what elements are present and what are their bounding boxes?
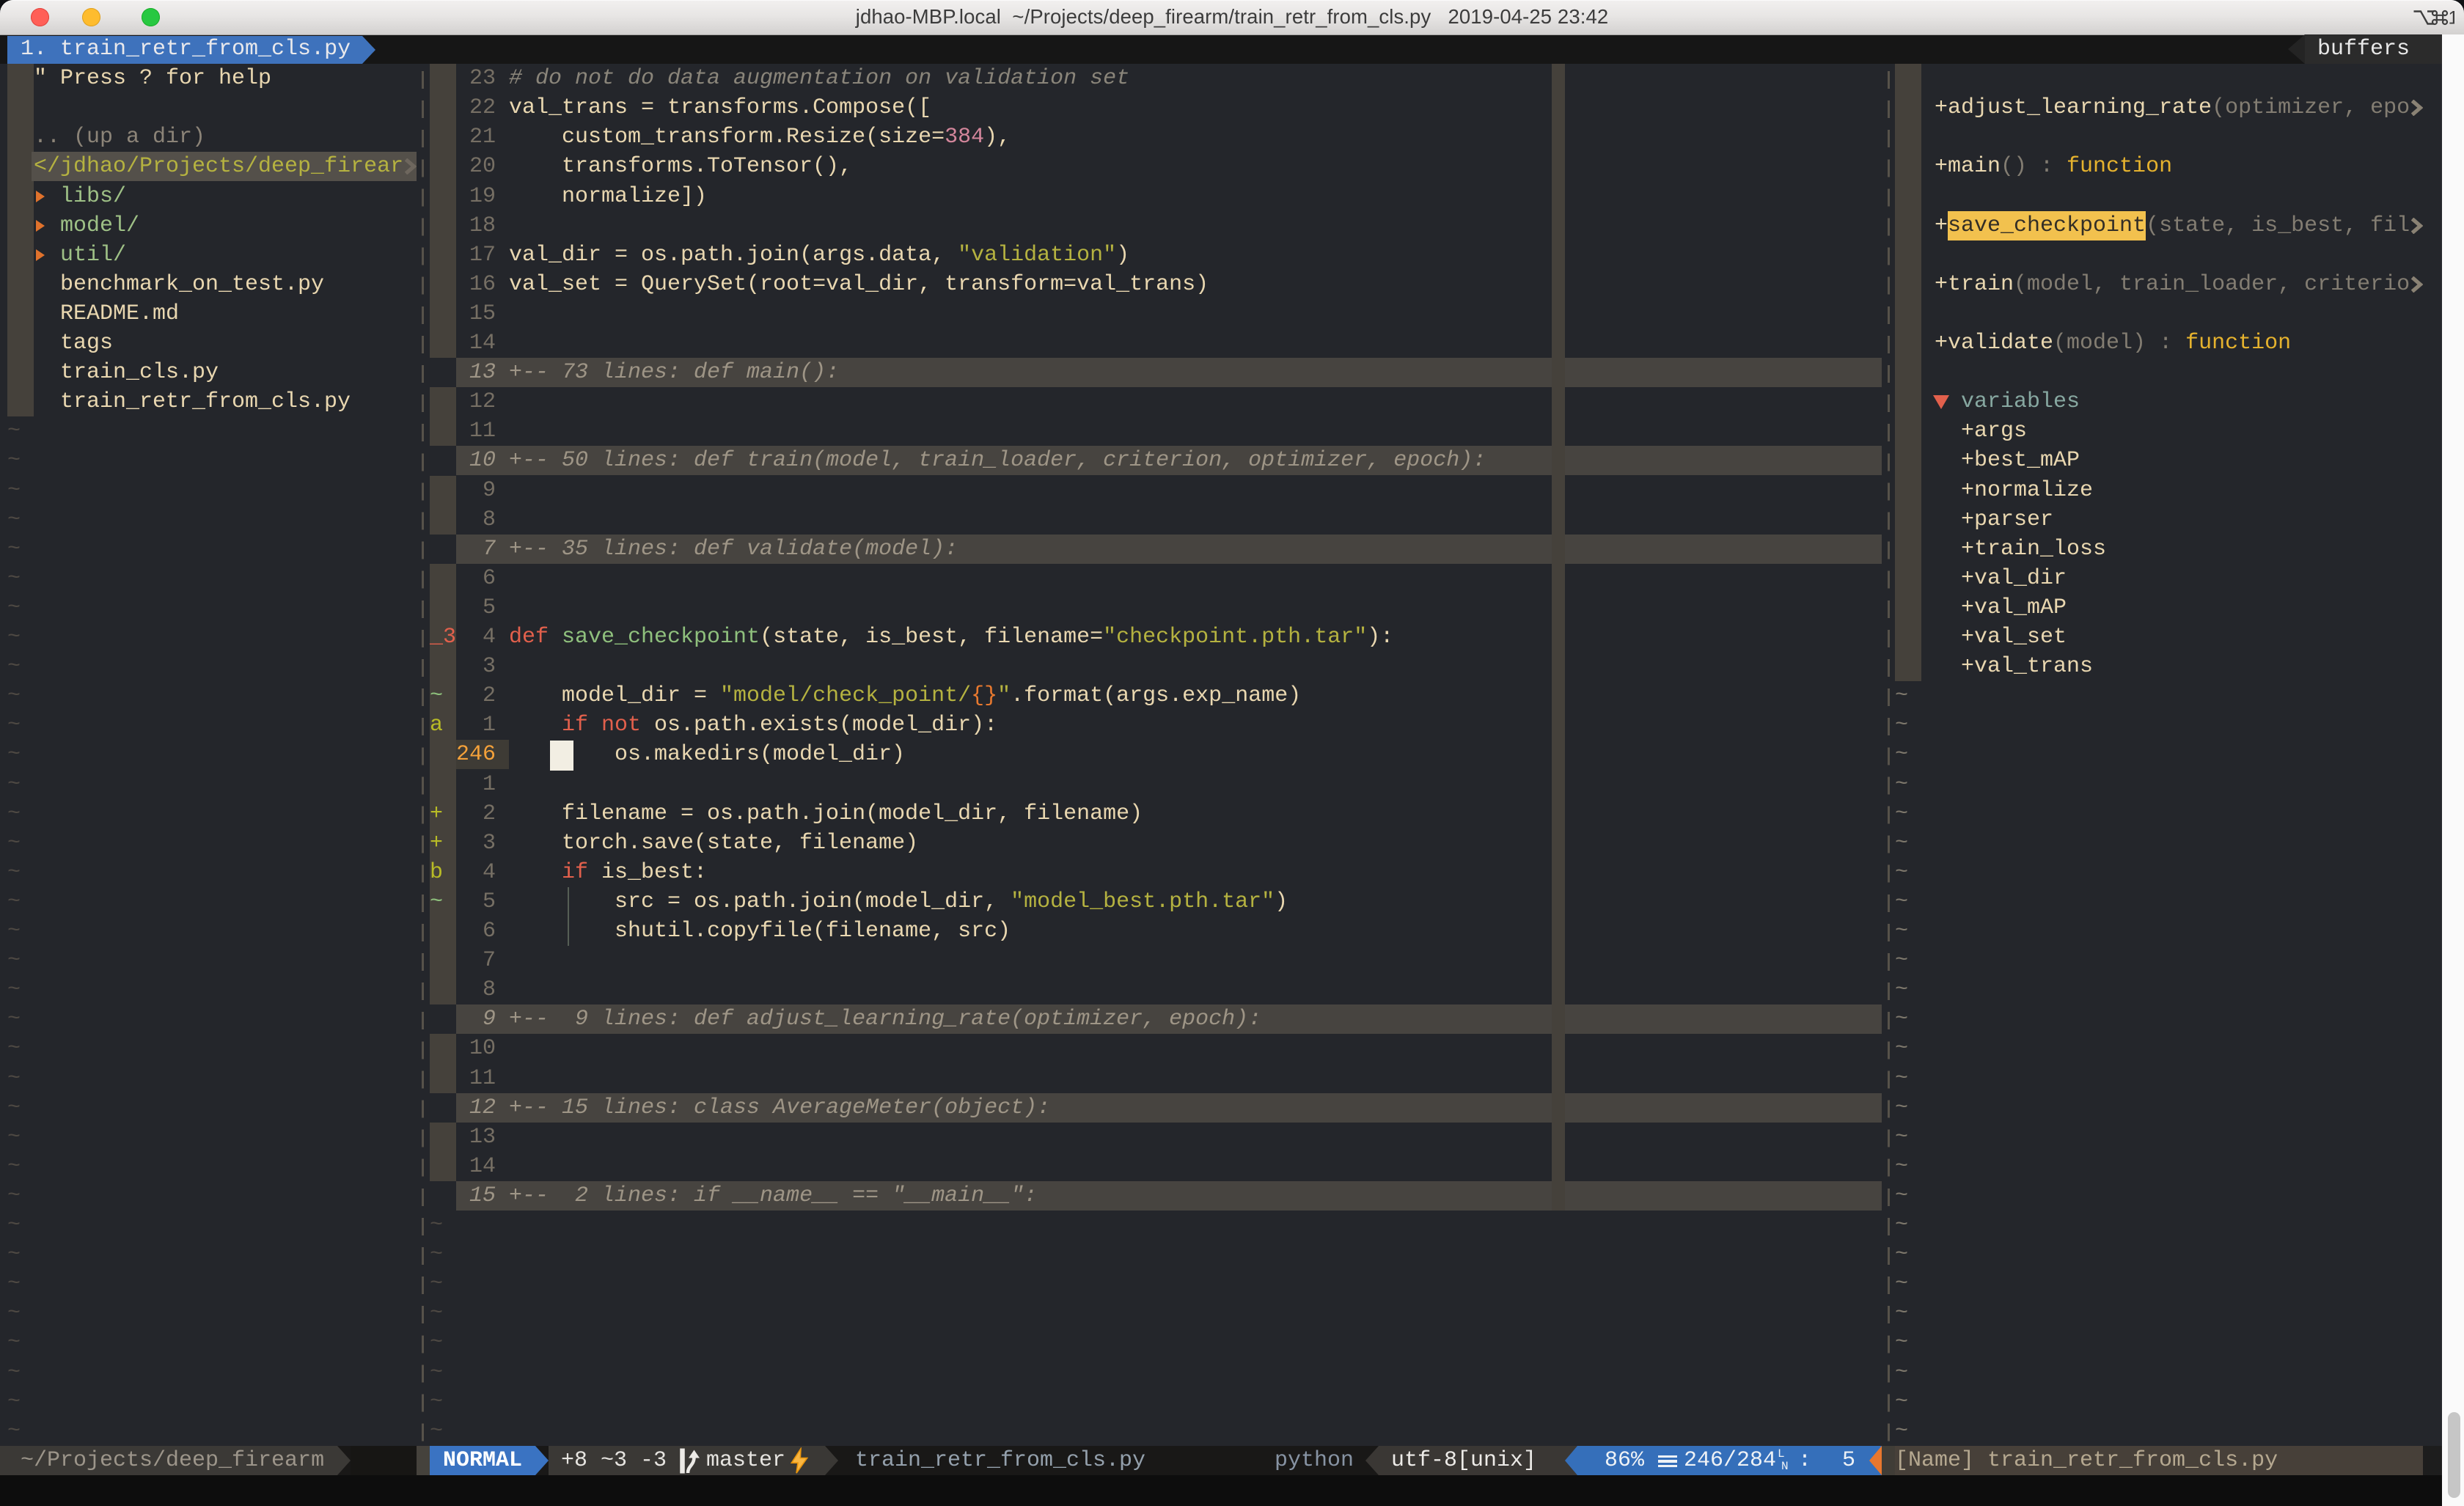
svg-text:1: 1 (2449, 8, 2455, 29)
